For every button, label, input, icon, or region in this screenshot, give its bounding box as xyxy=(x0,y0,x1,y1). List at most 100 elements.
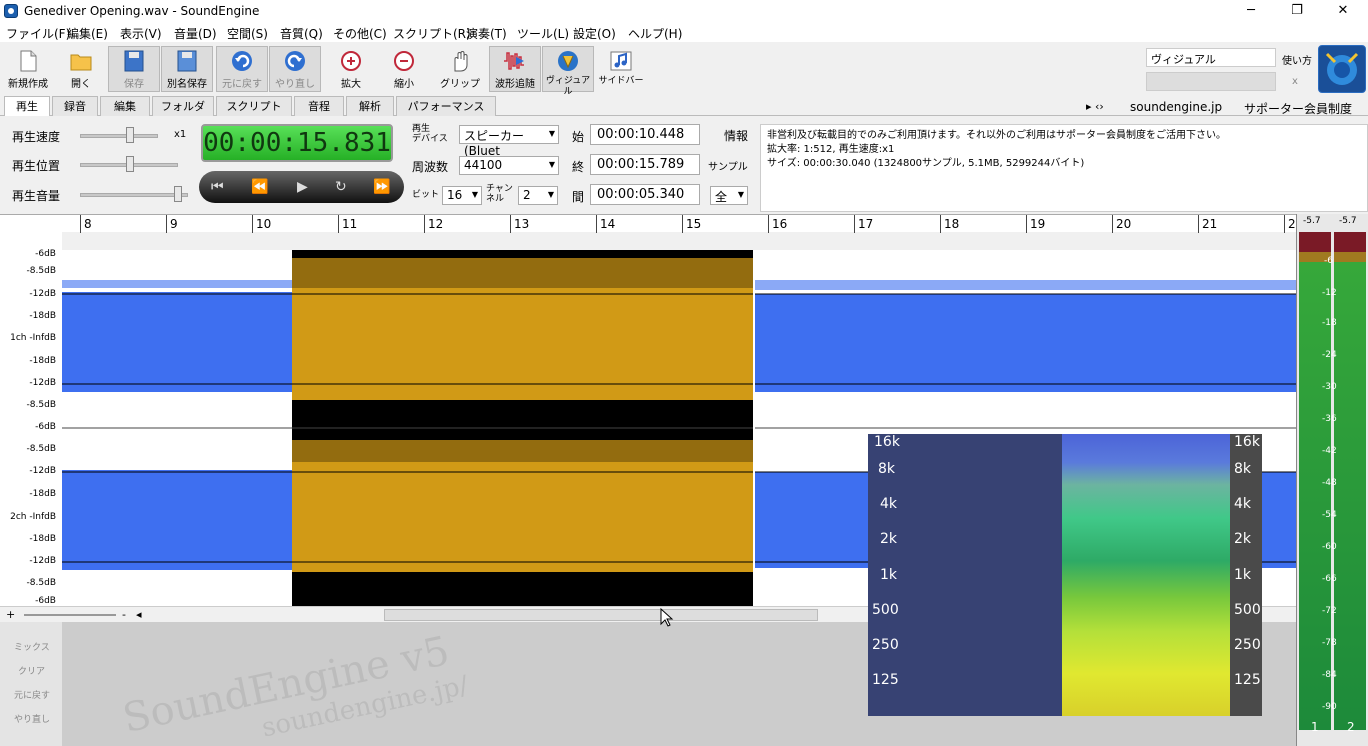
unit-label[interactable]: サンプル xyxy=(708,158,748,173)
ruler-label: 9 xyxy=(170,217,178,231)
tab-folder[interactable]: フォルダ xyxy=(152,96,214,116)
minimize-button[interactable]: ─ xyxy=(1228,0,1274,22)
menu-bar: ファイル(F) 編集(E) 表示(V) 音量(D) 空間(S) 音質(Q) その… xyxy=(0,22,1368,42)
menu-quality[interactable]: 音質(Q) xyxy=(280,25,323,42)
ruler-label: 21 xyxy=(1202,217,1218,231)
volume-slider-knob[interactable] xyxy=(174,186,182,202)
site-link[interactable]: soundengine.jp xyxy=(1130,100,1222,114)
time-ruler[interactable]: 8 9 10 11 12 13 14 15 16 17 18 19 20 21 … xyxy=(0,214,1296,233)
ruler-tick xyxy=(166,215,167,233)
tab-performance[interactable]: パフォーマンス xyxy=(396,96,496,116)
menu-other[interactable]: その他(C) xyxy=(333,25,387,42)
start-time-field[interactable]: 00:00:10.448 xyxy=(590,124,700,145)
save-button[interactable]: 保存 xyxy=(108,46,160,92)
freq-label-right: 125 xyxy=(1234,672,1261,688)
menu-volume[interactable]: 音量(D) xyxy=(174,25,217,42)
scroll-left[interactable]: ◂ xyxy=(136,608,142,621)
length-field[interactable]: 00:00:05.340 xyxy=(590,184,700,205)
zoom-minus[interactable]: - xyxy=(122,608,126,621)
end-time-field[interactable]: 00:00:15.789 xyxy=(590,154,700,175)
bit-select[interactable]: 16 xyxy=(442,186,482,205)
freq-label: 8k xyxy=(878,461,896,477)
mix-button[interactable]: ミックス xyxy=(14,640,50,653)
zoom-in-label: 拡大 xyxy=(341,79,361,90)
meter-tick: -60 xyxy=(1322,542,1337,552)
menu-script[interactable]: スクリプト(R) xyxy=(393,25,471,42)
ch1-wave-selected-peaks xyxy=(292,258,754,288)
tab-analysis[interactable]: 解析 xyxy=(346,96,394,116)
sidebar-button[interactable]: サイドバー xyxy=(595,46,647,92)
close-button[interactable]: ✕ xyxy=(1320,0,1366,22)
save-as-button[interactable]: 別名保存 xyxy=(161,46,213,92)
follow-wave-button[interactable]: 波形追随 xyxy=(489,46,541,92)
mix-undo-button[interactable]: 元に戻す xyxy=(14,688,50,701)
position-label: 再生位置 xyxy=(12,159,61,173)
zoom-track[interactable] xyxy=(24,614,116,616)
visual-sub-field[interactable] xyxy=(1146,72,1276,91)
freq-label: 500 xyxy=(872,602,899,618)
redo-button[interactable]: やり直し xyxy=(269,46,321,92)
undo-button[interactable]: 元に戻す xyxy=(216,46,268,92)
waveform-follow-icon xyxy=(504,52,524,70)
zoom-plus[interactable]: + xyxy=(6,608,15,621)
tab-edit[interactable]: 編集 xyxy=(100,96,150,116)
grip-button[interactable]: グリップ xyxy=(434,46,486,92)
meter-tick: -54 xyxy=(1322,510,1337,520)
ruler-tick xyxy=(252,215,253,233)
loop-icon[interactable]: ↻ xyxy=(335,179,347,195)
db-label: -8.5dB xyxy=(26,400,56,410)
ch2-wave-left xyxy=(62,470,292,570)
maximize-button[interactable]: ❐ xyxy=(1274,0,1320,22)
volume-slider[interactable] xyxy=(80,193,188,197)
mix-redo-button[interactable]: やり直し xyxy=(14,712,50,725)
tab-record[interactable]: 録音 xyxy=(52,96,98,116)
meter-tick: -24 xyxy=(1322,350,1337,360)
channel-select[interactable]: 2 xyxy=(518,186,558,205)
open-button[interactable]: 開く xyxy=(55,46,107,92)
play-icon[interactable]: ▶ xyxy=(297,179,308,195)
menu-edit[interactable]: 編集(E) xyxy=(67,25,108,42)
device-select[interactable]: スピーカー (Bluet xyxy=(459,125,559,158)
ch1-wave-left xyxy=(62,292,292,392)
freq-select[interactable]: 44100 xyxy=(459,156,559,175)
tab-scroll-arrows[interactable]: ▸ ‹› xyxy=(1086,100,1104,113)
visual-close[interactable]: x xyxy=(1292,76,1298,87)
tab-play[interactable]: 再生 xyxy=(4,96,50,117)
meter-tick: -90 xyxy=(1322,702,1337,712)
speed-slider-knob[interactable] xyxy=(126,127,134,143)
menu-tools[interactable]: ツール(L) xyxy=(517,25,569,42)
freq-label-right: 16k xyxy=(1234,434,1260,450)
howto-link[interactable]: 使い方 xyxy=(1282,52,1312,67)
menu-view[interactable]: 表示(V) xyxy=(120,25,162,42)
tab-pitch[interactable]: 音程 xyxy=(294,96,344,116)
device-label: 再生 デバイス xyxy=(412,124,448,144)
clear-button[interactable]: クリア xyxy=(18,664,45,677)
menu-file[interactable]: ファイル(F) xyxy=(6,25,70,42)
zoom-out-button[interactable]: 縮小 xyxy=(378,46,430,92)
tab-script[interactable]: スクリプト xyxy=(216,96,292,116)
skip-first-icon[interactable]: ⏮ xyxy=(211,179,224,195)
start-label: 始 xyxy=(572,130,585,144)
menu-play[interactable]: 演奏(T) xyxy=(466,25,507,42)
unit-select[interactable]: 全 xyxy=(710,186,748,205)
freq-label-right: 250 xyxy=(1234,637,1261,653)
menu-settings[interactable]: 設定(O) xyxy=(573,25,616,42)
speed-slider[interactable] xyxy=(80,134,158,138)
menu-space[interactable]: 空間(S) xyxy=(227,25,268,42)
supporter-link[interactable]: サポーター会員制度 xyxy=(1244,100,1352,117)
meter-tick: -30 xyxy=(1322,382,1337,392)
rewind-icon[interactable]: ⏪ xyxy=(251,179,268,195)
scroll-thumb[interactable] xyxy=(384,609,818,621)
zoom-in-button[interactable]: 拡大 xyxy=(325,46,377,92)
new-button[interactable]: 新規作成 xyxy=(2,46,54,92)
position-slider-knob[interactable] xyxy=(126,156,134,172)
visual-button[interactable]: ヴィジュアル xyxy=(542,46,594,97)
ruler-tick xyxy=(1026,215,1027,233)
save-icon xyxy=(124,50,144,72)
menu-help[interactable]: ヘルプ(H) xyxy=(628,25,682,42)
visual-select[interactable]: ヴィジュアル xyxy=(1146,48,1276,67)
fast-forward-icon[interactable]: ⏩ xyxy=(373,179,390,195)
hand-icon xyxy=(454,51,468,72)
visual-label: ヴィジュアル xyxy=(545,76,591,97)
meter-tick: -12 xyxy=(1322,288,1337,298)
